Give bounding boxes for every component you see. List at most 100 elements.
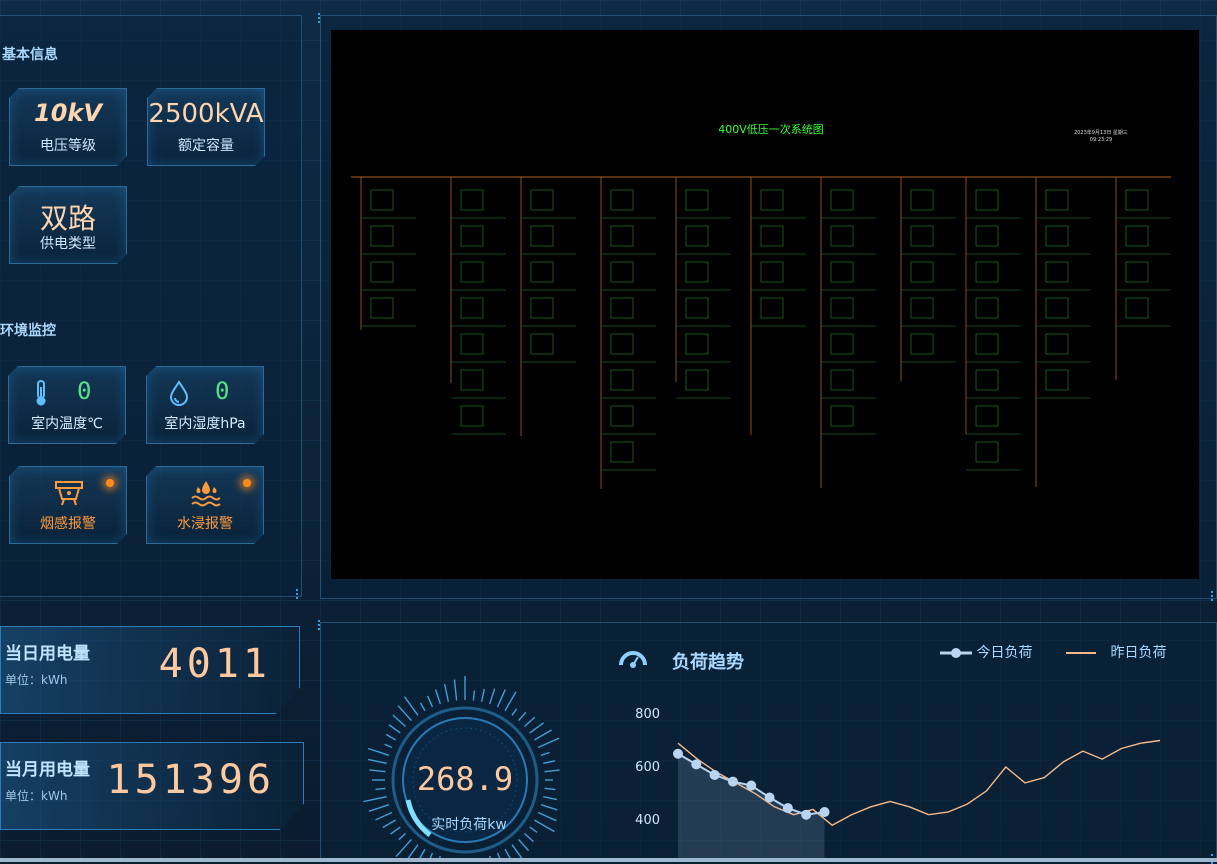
diagram-title: 400V低压一次系统图 (718, 122, 824, 136)
meter-box (685, 369, 709, 391)
meter-box (610, 369, 634, 391)
gauge-value: 268.9 (417, 760, 513, 798)
meter-box (975, 369, 999, 391)
gauge-tick (397, 705, 412, 722)
water-alarm-card: 水浸报警 (146, 466, 264, 544)
meter-box (1125, 261, 1149, 283)
smoke-alarm-indicator (106, 479, 114, 487)
meter-box (975, 297, 999, 319)
env-monitor-title: 环境监控 (0, 323, 56, 339)
humidity-card: 0 室内湿度hPa (146, 366, 264, 444)
meter-box (975, 225, 999, 247)
single-line-diagram[interactable]: 400V低压一次系统图 2023年9月13日 星期三 09:23:29 (331, 30, 1199, 579)
legend-yesterday-swatch (1066, 652, 1096, 654)
meter-box (1045, 189, 1069, 211)
meter-box (460, 261, 484, 283)
gauge-tick (390, 826, 401, 835)
y-axis: 800 600 400 (635, 707, 660, 828)
series-today-point (819, 807, 830, 818)
meter-box (1045, 261, 1069, 283)
monthly-energy-unit: 单位：kWh (5, 789, 68, 803)
series-today-point (782, 803, 793, 814)
meter-box (1125, 297, 1149, 319)
meter-box (685, 225, 709, 247)
meter-box (910, 261, 934, 283)
water-flood-icon (189, 479, 223, 507)
smoke-alarm-card: 烟感报警 (9, 466, 127, 544)
meter-box (760, 225, 784, 247)
meter-box (530, 333, 554, 355)
voltage-card: 10kV 电压等级 (9, 88, 127, 166)
series-today-point (727, 776, 738, 787)
meter-box (760, 261, 784, 283)
meter-box (685, 261, 709, 283)
meter-box (610, 405, 634, 427)
humidity-value: 0 (215, 377, 230, 405)
series-today-point (673, 748, 683, 759)
legend-today[interactable]: 今日负荷 (940, 642, 1032, 662)
y-tick-label: 400 (635, 813, 660, 828)
capacity-label: 额定容量 (178, 138, 234, 154)
monthly-energy-title: 当月用电量 (5, 760, 90, 780)
load-gauge: 268.9 实时负荷kw (363, 676, 560, 862)
meter-box (530, 225, 554, 247)
temperature-label: 室内温度℃ (31, 416, 103, 432)
water-alarm-indicator (243, 479, 251, 487)
gauge-tick (382, 819, 397, 829)
plot-area (673, 739, 1161, 862)
gauge-tick (375, 811, 393, 821)
gauge-tick (537, 811, 557, 822)
diagram-datetime: 2023年9月13日 星期三 (1074, 129, 1128, 136)
legend-yesterday-label: 昨日负荷 (1110, 645, 1167, 661)
series-today-point (801, 809, 812, 820)
series-today-point (709, 769, 720, 780)
gauge-tick (419, 702, 426, 712)
gauge-tick (453, 679, 458, 701)
gauge-tick (543, 795, 558, 801)
meter-box (370, 225, 394, 247)
gauge-tick (385, 733, 397, 741)
gauge-tick (518, 838, 530, 852)
meter-box (975, 261, 999, 283)
meter-box (610, 225, 634, 247)
meter-box (530, 189, 554, 211)
gauge-tick (363, 795, 387, 803)
gauge-tick (540, 751, 550, 756)
meter-box (830, 369, 854, 391)
meter-box (760, 297, 784, 319)
gauge-tick (523, 833, 534, 843)
gauge-tick (375, 787, 386, 791)
meter-box (910, 189, 934, 211)
meter-box (830, 405, 854, 427)
gauge-tick (533, 819, 555, 833)
meter-box (610, 297, 634, 319)
daily-energy-unit: 单位：kWh (5, 673, 68, 687)
supply-label: 供电类型 (40, 236, 96, 252)
daily-energy-value: 4011 (158, 641, 271, 687)
smoke-detector-icon (52, 479, 86, 507)
gauge-tick (543, 760, 556, 765)
legend-yesterday[interactable]: 昨日负荷 (1066, 642, 1166, 662)
gauge-label: 实时负荷kw (431, 817, 507, 833)
legend-today-label: 今日负荷 (976, 645, 1033, 661)
temperature-value: 0 (77, 377, 92, 405)
meter-box (370, 297, 394, 319)
gauge-tick (392, 714, 407, 727)
meter-box (1045, 333, 1069, 355)
meter-box (1045, 225, 1069, 247)
y-tick-label: 800 (635, 707, 660, 722)
single-line-diagram-svg: 400V低压一次系统图 2023年9月13日 星期三 09:23:29 (351, 122, 1171, 489)
series-today-point (691, 759, 702, 770)
gauge-tick (443, 683, 450, 702)
voltage-value: 10kV (34, 99, 102, 127)
humidity-label: 室内湿度hPa (164, 416, 246, 432)
meter-box (685, 189, 709, 211)
gauge-tick (511, 708, 518, 716)
diagram-time: 09:23:29 (1090, 137, 1112, 143)
load-trend-title: 负荷趋势 (672, 652, 744, 673)
meter-box (610, 333, 634, 355)
meter-box (975, 405, 999, 427)
supply-value: 双路 (39, 202, 96, 235)
gauge-tick (395, 838, 412, 858)
meter-box (610, 189, 634, 211)
